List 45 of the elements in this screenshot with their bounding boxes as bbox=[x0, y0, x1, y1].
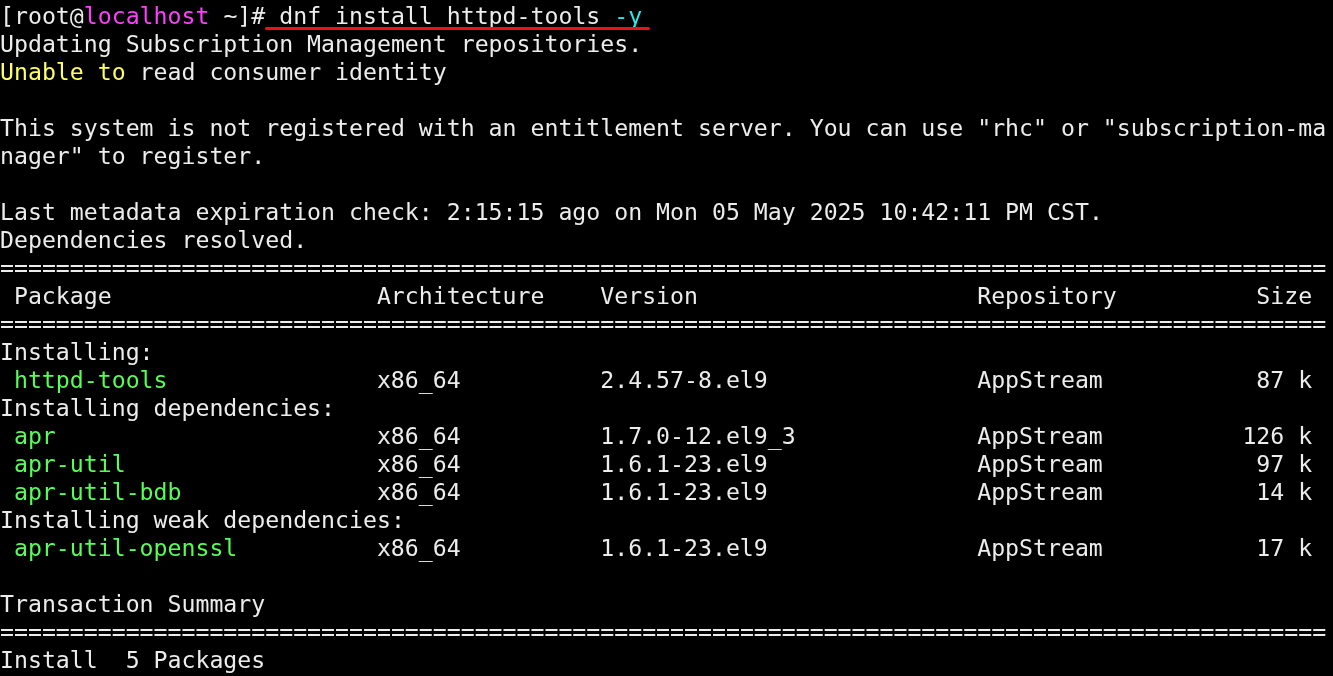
table-cell-text: 126 k bbox=[1242, 420, 1313, 451]
table-cell-text: 97 k bbox=[1256, 448, 1313, 479]
separator-line: =============================================================================================== bbox=[0, 310, 1327, 338]
table-cell: AppStream bbox=[977, 421, 1103, 449]
table-cell-text: 14 k bbox=[1256, 476, 1313, 507]
column-header: Architecture bbox=[376, 281, 545, 309]
package-name: apr-util-openssl bbox=[13, 533, 238, 561]
group-heading: Installing: bbox=[0, 336, 154, 367]
package-name: apr-util bbox=[13, 449, 126, 477]
output-line: Updating Subscription Management repositories. bbox=[0, 28, 643, 59]
column-header: Version bbox=[600, 281, 698, 309]
table-cell: x86_64 bbox=[376, 477, 461, 505]
table-cell: 1.6.1-23.el9 bbox=[600, 449, 768, 477]
table-cell: 2.4.57-8.el9 bbox=[600, 365, 768, 393]
separator-line: =============================================================================================== bbox=[0, 254, 1327, 282]
table-cell: x86_64 bbox=[376, 533, 461, 561]
table-cell: 1.6.1-23.el9 bbox=[600, 477, 768, 505]
package-name: httpd-tools bbox=[13, 365, 168, 393]
output-line: Install 5 Packages bbox=[0, 644, 266, 675]
output-line: This system is not registered with an entitlement server. You can use "rhc" or "subscription-ma bbox=[0, 112, 1327, 143]
table-cell: AppStream bbox=[977, 449, 1103, 477]
table-cell: AppStream bbox=[977, 365, 1103, 393]
column-header: Repository bbox=[977, 281, 1117, 309]
table-cell: AppStream bbox=[977, 533, 1103, 561]
column-header: Size bbox=[1256, 280, 1313, 311]
package-name: apr bbox=[13, 421, 56, 449]
output-line: Transaction Summary bbox=[0, 588, 266, 619]
group-heading: Installing weak dependencies: bbox=[0, 505, 405, 535]
table-cell: 1.6.1-23.el9 bbox=[600, 533, 768, 561]
column-header: Package bbox=[13, 281, 112, 309]
package-name: apr-util-bdb bbox=[13, 477, 182, 505]
table-cell-text: 87 k bbox=[1256, 364, 1313, 395]
output-line: Dependencies resolved. bbox=[0, 225, 308, 255]
table-cell: x86_64 bbox=[376, 365, 461, 393]
table-cell: AppStream bbox=[977, 477, 1103, 505]
warning-message: Unable to read consumer identity bbox=[0, 57, 447, 87]
separator-line: =============================================================================================== bbox=[0, 618, 1327, 646]
output-line: Last metadata expiration check: 2:15:15 ago on Mon 05 May 2025 10:42:11 PM CST. bbox=[0, 196, 1103, 227]
table-cell: x86_64 bbox=[376, 449, 461, 477]
table-cell: 1.7.0-12.el9_3 bbox=[600, 421, 796, 449]
table-cell-text: 17 k bbox=[1256, 532, 1313, 563]
table-cell: x86_64 bbox=[376, 421, 461, 449]
shell-prompt: [root@localhost ~]# bbox=[0, 0, 266, 31]
output-line: nager" to register. bbox=[0, 141, 266, 171]
group-heading: Installing dependencies: bbox=[0, 393, 336, 423]
